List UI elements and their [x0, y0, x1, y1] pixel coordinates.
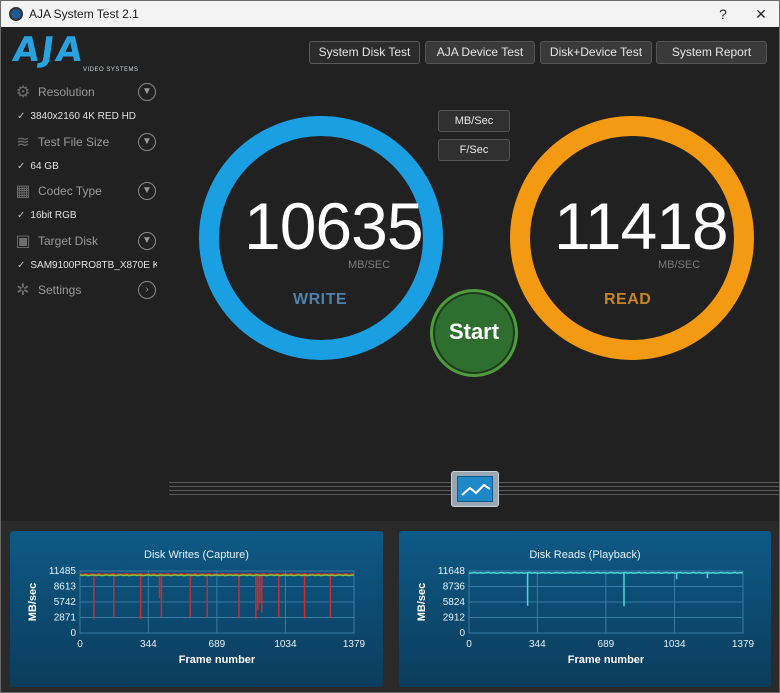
- title-bar: AJA System Test 2.1 ? ✕: [1, 1, 779, 27]
- y-tick-label: 0: [459, 628, 465, 639]
- codec-icon: ▦: [15, 183, 31, 200]
- graphs-area: Disk Writes (Capture) 0 2871 5742 8613 11485…: [1, 521, 779, 692]
- start-label: Start: [448, 319, 500, 344]
- check-icon: ✓: [17, 111, 26, 122]
- y-tick-label: 5742: [54, 597, 77, 608]
- y-tick-label: 2871: [54, 613, 77, 624]
- app-icon: [9, 7, 23, 21]
- settings-icon: ✲: [16, 282, 30, 299]
- logo-text: AJA: [10, 30, 88, 70]
- graph-toggle-button[interactable]: [451, 471, 499, 507]
- series-line: [79, 574, 355, 577]
- disk-writes-panel: Disk Writes (Capture) 0 2871 5742 8613 11485…: [10, 531, 383, 687]
- chevron-down-icon[interactable]: ▼: [138, 83, 156, 101]
- check-icon: ✓: [17, 210, 26, 221]
- sidebar-item-label: Target Disk: [38, 234, 99, 248]
- test-file-size-value: ✓ 64 GB: [17, 161, 59, 172]
- check-icon: ✓: [17, 260, 26, 271]
- mbsec-button[interactable]: MB/Sec: [438, 110, 510, 132]
- sidebar-item-target-disk[interactable]: ▣ Target Disk ▼: [13, 231, 158, 253]
- chevron-down-icon[interactable]: ▼: [138, 232, 156, 250]
- disk-writes-chart: 0 2871 5742 8613 11485 0 344 689 1034 1379 Frame n…: [27, 566, 366, 666]
- x-tick-label: 0: [77, 639, 83, 650]
- y-tick-label: 5824: [443, 597, 466, 608]
- close-button[interactable]: ✕: [744, 4, 778, 24]
- aja-logo: AJA VIDEO SYSTEMS: [10, 30, 153, 81]
- chevron-down-icon[interactable]: ▼: [138, 133, 156, 151]
- disk-reads-chart: 0 2912 5824 8736 11648 0 344 689 1034 1379 Frame n…: [416, 566, 755, 666]
- codec-type-value: ✓ 16bit RGB: [17, 210, 77, 221]
- y-tick-label: 11648: [438, 566, 466, 577]
- start-button[interactable]: Start: [430, 289, 518, 377]
- y-axis-label: MB/sec: [416, 583, 428, 622]
- sidebar-item-resolution[interactable]: ⚙ Resolution ▼: [13, 82, 158, 104]
- write-speed-value: 10635: [244, 189, 424, 263]
- sidebar-item-test-file-size[interactable]: ≋ Test File Size ▼: [13, 132, 158, 154]
- chevron-down-icon[interactable]: ▼: [138, 182, 156, 200]
- main-area: AJA VIDEO SYSTEMS ⚙ Resolution ▼ ✓ 3840x2…: [1, 27, 779, 692]
- resolution-value: ✓ 3840x2160 4K RED HD: [17, 111, 137, 122]
- tab-aja-device-test[interactable]: AJA Device Test: [425, 41, 535, 64]
- tab-disk-device-test[interactable]: Disk+Device Test: [540, 41, 652, 64]
- check-icon: ✓: [17, 161, 26, 172]
- tab-system-disk-test[interactable]: System Disk Test: [309, 41, 420, 64]
- y-tick-label: 2912: [443, 613, 466, 624]
- graph-icon: [457, 476, 493, 502]
- x-tick-label: 1034: [274, 639, 297, 650]
- help-button[interactable]: ?: [706, 4, 740, 24]
- x-tick-label: 689: [598, 639, 615, 650]
- file-size-icon: ≋: [16, 134, 30, 151]
- series-line: [468, 571, 744, 574]
- sidebar-item-label: Codec Type: [38, 184, 102, 198]
- fsec-button[interactable]: F/Sec: [438, 139, 510, 161]
- x-tick-label: 1034: [663, 639, 686, 650]
- disk-icon: ▣: [15, 233, 31, 250]
- read-unit: MB/SEC: [658, 259, 701, 271]
- y-tick-label: 11485: [49, 566, 77, 577]
- tab-system-report[interactable]: System Report: [656, 41, 767, 64]
- y-axis-label: MB/sec: [27, 583, 39, 622]
- x-tick-label: 689: [209, 639, 226, 650]
- write-label: WRITE: [293, 291, 348, 308]
- app-window: AJA System Test 2.1 ? ✕ AJA VIDEO SYSTEM…: [0, 0, 780, 693]
- sidebar-item-settings[interactable]: ✲ Settings ›: [13, 280, 158, 302]
- target-disk-value: ✓ SAM9100PRO8TB_X870E K: [17, 260, 157, 271]
- logo-subtext: VIDEO SYSTEMS: [83, 67, 139, 73]
- disk-reads-panel: Disk Reads (Playback) 0 2912 5824 8736 11648…: [399, 531, 771, 687]
- x-axis-label: Frame number: [568, 654, 645, 666]
- write-unit: MB/SEC: [348, 259, 391, 271]
- x-tick-label: 1379: [732, 639, 755, 650]
- chevron-right-icon[interactable]: ›: [138, 281, 156, 299]
- read-speed-value: 11418: [554, 189, 729, 263]
- read-label: READ: [604, 291, 652, 308]
- x-tick-label: 1379: [343, 639, 366, 650]
- x-tick-label: 344: [140, 639, 157, 650]
- sidebar-item-label: Test File Size: [38, 135, 110, 149]
- resolution-icon: ⚙: [15, 84, 31, 101]
- sidebar-item-codec-type[interactable]: ▦ Codec Type ▼: [13, 181, 158, 203]
- y-tick-label: 8736: [443, 582, 466, 593]
- x-axis-label: Frame number: [179, 654, 256, 666]
- x-tick-label: 344: [529, 639, 546, 650]
- sidebar-item-label: Settings: [38, 283, 82, 297]
- sidebar-item-label: Resolution: [38, 85, 95, 99]
- y-tick-label: 8613: [54, 582, 77, 593]
- x-tick-label: 0: [466, 639, 472, 650]
- y-tick-label: 0: [70, 628, 76, 639]
- window-title: AJA System Test 2.1: [29, 7, 139, 21]
